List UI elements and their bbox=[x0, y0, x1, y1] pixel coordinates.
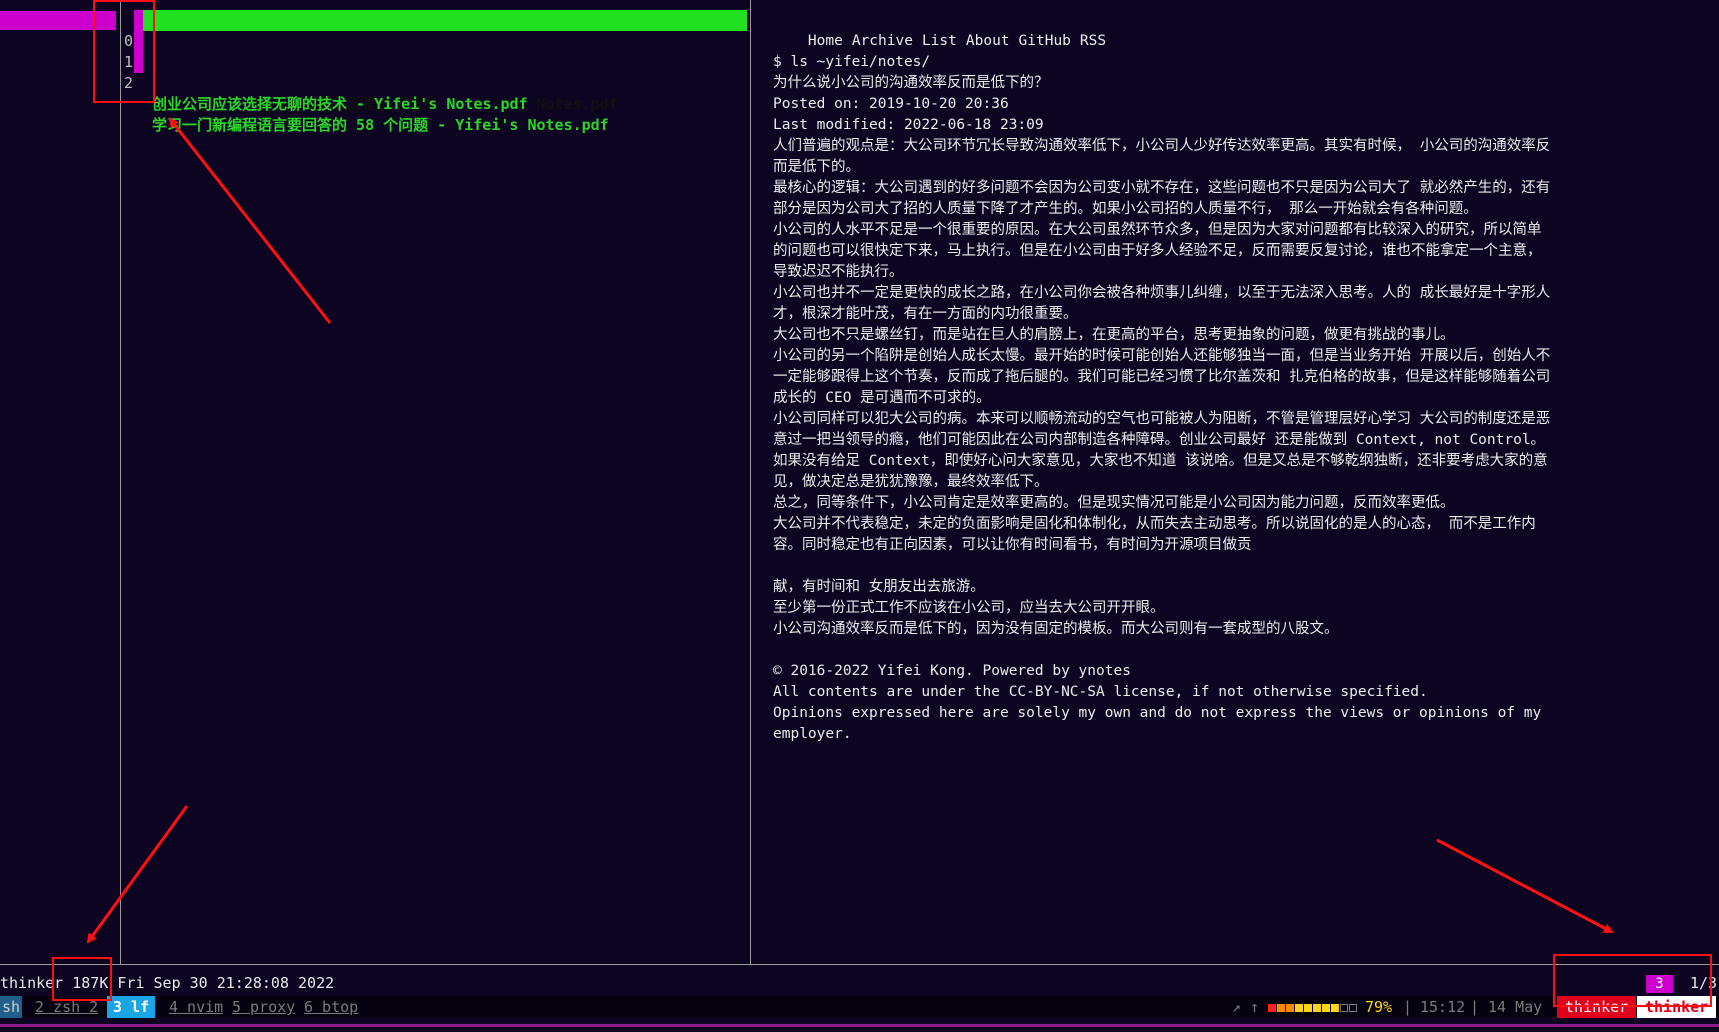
annotation-arrows bbox=[86, 117, 1614, 944]
annotation-arrow bbox=[86, 805, 189, 944]
annotation-arrow bbox=[168, 117, 332, 324]
annotation-arrow bbox=[1436, 838, 1614, 934]
